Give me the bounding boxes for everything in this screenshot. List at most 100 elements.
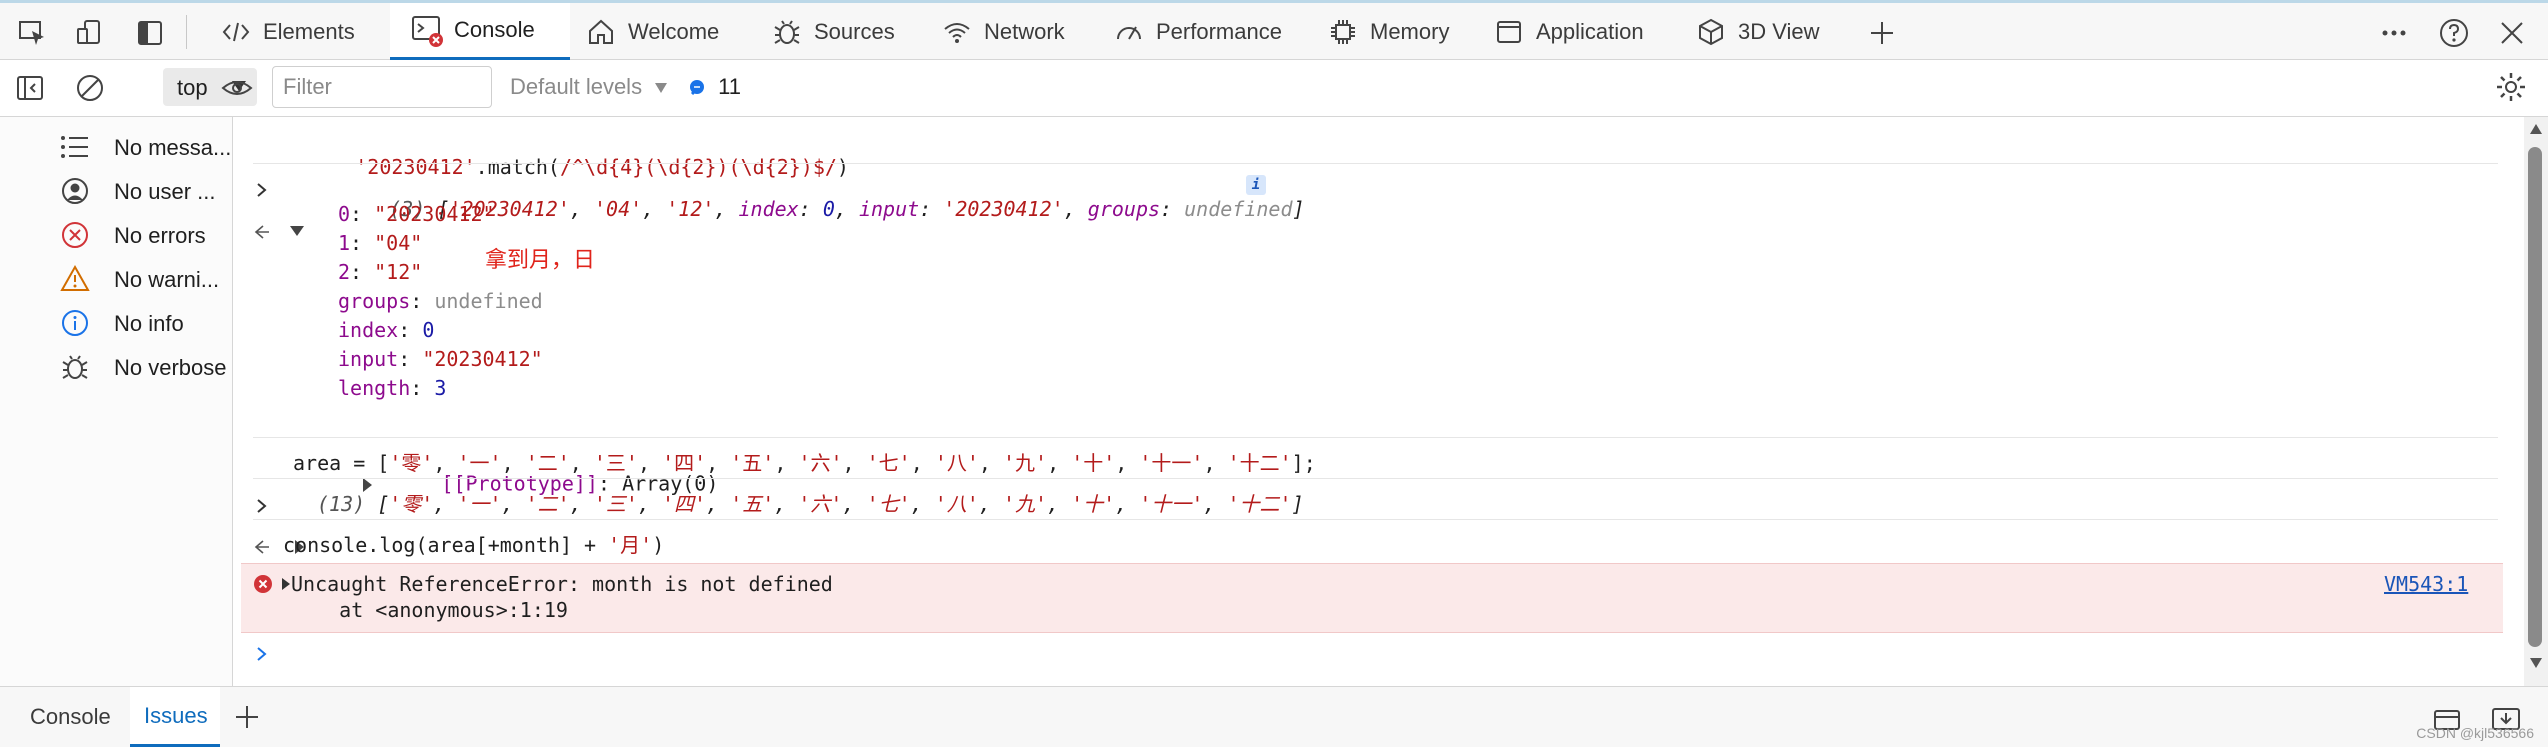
tab-label: Memory (1370, 18, 1450, 44)
context-value: top (177, 75, 208, 100)
array-item: '九' (1003, 451, 1048, 475)
divider (253, 163, 2498, 164)
drawer-tab-console[interactable]: Console (16, 687, 126, 747)
console-scrollbar[interactable] (2524, 117, 2548, 686)
tab-memory[interactable]: Memory (1312, 3, 1482, 60)
info-badge-icon[interactable]: i (1246, 175, 1266, 195)
home-icon (584, 15, 618, 49)
console-result-line[interactable]: (3) ['20230412', '04', '12', index: 0, i… (233, 173, 1305, 317)
array-item: '九' (1002, 492, 1048, 516)
tab-sources[interactable]: Sources (756, 3, 936, 60)
close-icon[interactable] (2494, 15, 2530, 51)
device-emulation-icon[interactable] (72, 15, 108, 51)
array-item: '零' (389, 451, 434, 475)
code-undefined: undefined (1184, 197, 1293, 221)
sidebar-item-label: No messa... (114, 135, 232, 160)
separator: , (978, 492, 1003, 516)
source-link[interactable]: VM543:1 (2384, 572, 2468, 596)
drawer-tab-issues[interactable]: Issues (130, 687, 220, 747)
expand-triangle-icon[interactable] (281, 577, 291, 591)
handwritten-annotation: 拿到月，日 (485, 248, 596, 273)
divider (253, 437, 2498, 438)
clear-console-icon[interactable] (74, 72, 106, 104)
error-text: Uncaught ReferenceError: month is not de… (291, 572, 833, 596)
issues-count: 11 (718, 74, 741, 99)
tab-label: Console (30, 704, 111, 729)
tab-elements[interactable]: Elements (205, 3, 390, 60)
separator: , (1203, 492, 1228, 516)
error-stack: at <anonymous>:1:19 (291, 598, 568, 622)
list-icon (60, 132, 90, 162)
object-property: 0: "20230412" (338, 202, 495, 226)
inspect-element-icon[interactable] (14, 15, 50, 51)
sidebar-item-label: No errors (114, 223, 206, 248)
log-levels-dropdown[interactable]: Default levels (510, 74, 668, 100)
sidebar-item-warnings[interactable]: No warni... (0, 257, 232, 301)
tab-label: Welcome (628, 18, 720, 44)
tab-welcome[interactable]: Welcome (570, 3, 770, 60)
tab-console[interactable]: Console (390, 3, 570, 60)
array-preview-items: '零', '一', '二', '三', '四', '五', '六', '七', … (389, 492, 1291, 516)
code-key: input (858, 197, 920, 221)
code-text: ] (1292, 197, 1305, 221)
tab-label: Issues (144, 702, 208, 728)
code-string: '20230412' (943, 197, 1064, 221)
filter-input[interactable] (272, 66, 492, 108)
separator: , (910, 492, 935, 516)
issues-counter[interactable]: 11 (688, 74, 741, 100)
sidebar-item-label: No verbose (114, 355, 227, 380)
toggle-panel-icon[interactable] (132, 15, 168, 51)
separator: , (1115, 492, 1140, 516)
sidebar-item-user-messages[interactable]: No user ... (0, 169, 232, 213)
sidebar-item-info[interactable]: No info (0, 301, 232, 345)
array-literal-items: '零', '一', '二', '三', '四', '五', '六', '七', … (389, 451, 1291, 475)
object-property: index: 0 (338, 318, 435, 342)
live-expression-eye-icon[interactable] (220, 72, 254, 104)
array-item: '八' (934, 451, 979, 475)
tab-3d-view[interactable]: 3D View (1680, 3, 1850, 60)
sidebar-item-messages[interactable]: No messa... (0, 125, 232, 169)
scroll-down-icon[interactable] (2529, 657, 2543, 669)
tab-application[interactable]: Application (1482, 3, 1682, 60)
array-item: '十二' (1227, 492, 1292, 516)
console-settings-gear-icon[interactable] (2494, 70, 2528, 104)
add-drawer-tab-plus-icon[interactable] (234, 704, 260, 730)
error-icon (60, 220, 90, 250)
array-item: '三' (593, 451, 638, 475)
more-tools-plus-icon[interactable] (1864, 15, 1900, 51)
array-item: '七' (866, 451, 911, 475)
property-value: "20230412" (422, 347, 543, 371)
separator: , (501, 492, 526, 516)
sidebar-item-errors[interactable]: No errors (0, 213, 232, 257)
array-item: '二' (525, 451, 570, 475)
scroll-up-icon[interactable] (2529, 123, 2543, 135)
show-sidebar-icon[interactable] (14, 72, 46, 104)
scrollbar-thumb[interactable] (2528, 147, 2542, 647)
object-property: length: 3 (338, 376, 447, 400)
code-text: area = [ (293, 451, 390, 475)
separator: , (1047, 451, 1072, 475)
console-prompt[interactable] (255, 643, 269, 665)
sidebar-item-label: No info (114, 311, 184, 336)
code-key: groups (1087, 197, 1161, 221)
property-key: input (338, 347, 399, 371)
separator: , (842, 492, 867, 516)
property-key: 2 (338, 260, 351, 284)
object-property: input: "20230412" (338, 347, 543, 371)
array-item: '十一' (1139, 492, 1204, 516)
array-item: '四' (662, 492, 707, 516)
devtools-tab-bar: Elements Console Welcome Sources Network… (0, 0, 2548, 60)
sidebar-item-verbose[interactable]: No verbose (0, 345, 232, 389)
more-options-icon[interactable] (2376, 15, 2412, 51)
separator: , (1203, 451, 1228, 475)
window-icon (1492, 15, 1526, 49)
gauge-icon (1112, 15, 1146, 49)
help-icon[interactable] (2436, 15, 2472, 51)
sidebar-item-label: No warni... (114, 267, 220, 292)
tab-performance[interactable]: Performance (1098, 3, 1308, 60)
tab-network[interactable]: Network (926, 3, 1116, 60)
separator: , (433, 451, 458, 475)
array-item: '三' (593, 492, 638, 516)
separator: , (637, 492, 663, 516)
divider (186, 15, 187, 49)
